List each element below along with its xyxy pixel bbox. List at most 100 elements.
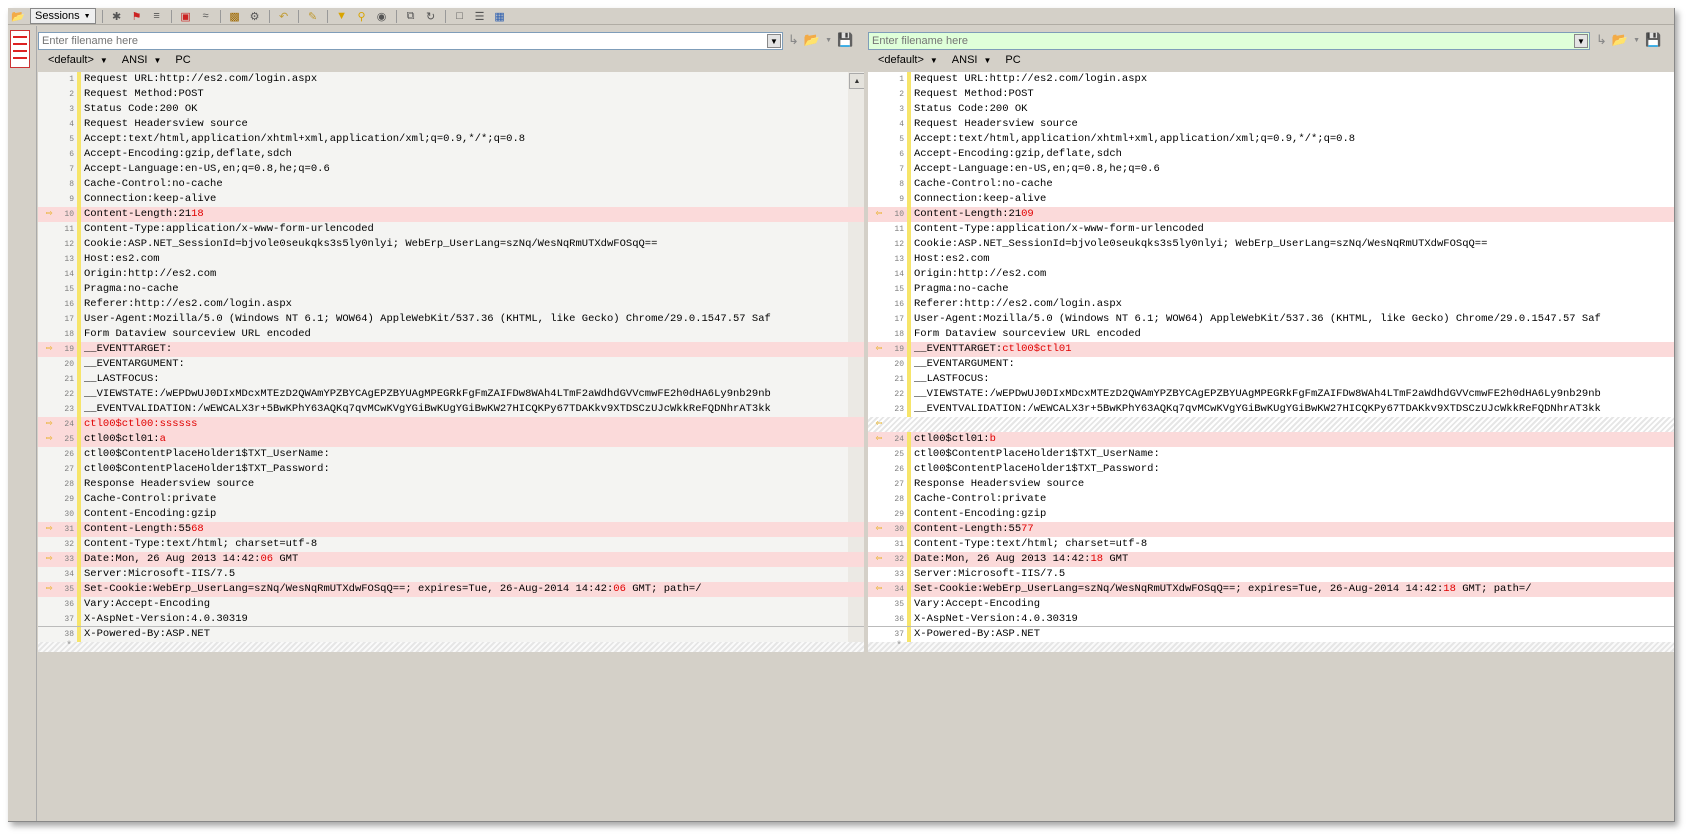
code-line[interactable]: 30 Content-Encoding:gzip (38, 507, 864, 522)
code-line[interactable]: 34 Server:Microsoft-IIS/7.5 (38, 567, 864, 582)
diff-arrow-icon[interactable]: ⇦ (872, 552, 886, 567)
code-line[interactable]: 27 Response Headersview source (868, 477, 1674, 492)
code-line[interactable]: ⇦ (868, 417, 1674, 432)
code-line[interactable]: 11 Content-Type:application/x-www-form-ur… (868, 222, 1674, 237)
diff-arrow-icon[interactable]: ⇨ (42, 432, 56, 447)
code-line[interactable]: 12 Cookie:ASP.NET_SessionId=bjvole0seukqk… (868, 237, 1674, 252)
code-line[interactable]: 23 __EVENTVALIDATION:/wEWCALX3r+5BwKPhY63… (38, 402, 864, 417)
open-folder-icon[interactable]: 📂 (1612, 32, 1628, 48)
code-line[interactable]: 29 Cache-Control:private (38, 492, 864, 507)
code-line[interactable]: 21 __LASTFOCUS: (38, 372, 864, 387)
code-line[interactable]: 31 Content-Type:text/html; charset=utf-8 (868, 537, 1674, 552)
code-line[interactable]: 26 ctl00$ContentPlaceHolder1$TXT_UserName… (38, 447, 864, 462)
code-line[interactable]: 9 Connection:keep-alive (38, 192, 864, 207)
code-line[interactable]: 33 Server:Microsoft-IIS/7.5 (868, 567, 1674, 582)
right-lineend-label[interactable]: PC (1005, 54, 1020, 66)
diff-line[interactable]: ⇨ 35 Set-Cookie:WebErp_UserLang=szNq/WesNq… (38, 582, 864, 597)
code-line[interactable]: 13 Host:es2.com (868, 252, 1674, 267)
code-line[interactable]: 38 X-Powered-By:ASP.NET (38, 626, 864, 643)
left-filename-field[interactable]: ▼ (38, 32, 783, 50)
open-folder-icon[interactable]: 📂 (10, 9, 26, 23)
code-line[interactable]: 6 Accept-Encoding:gzip,deflate,sdch (868, 147, 1674, 162)
left-text-editor[interactable]: ▲ 1 Request URL:http://es2.com/login.aspx… (38, 72, 864, 652)
code-line[interactable]: 5 Accept:text/html,application/xhtml+xml,… (38, 132, 864, 147)
code-line[interactable]: 23 __EVENTVALIDATION:/wEWCALX3r+5BwKPhY63… (868, 402, 1674, 417)
binoculars-icon[interactable]: ◉ (374, 9, 390, 23)
diff-line[interactable]: ⇨ 33 Date:Mon, 26 Aug 2013 14:42:06 GMT (38, 552, 864, 567)
code-line[interactable]: 22 __VIEWSTATE:/wEPDwUJ0DIxMDcxMTEzD2QWAm… (38, 387, 864, 402)
code-line[interactable]: 36 Vary:Accept-Encoding (38, 597, 864, 612)
code-line[interactable]: 13 Host:es2.com (38, 252, 864, 267)
diff-line[interactable]: ⇨ 31 Content-Length:5568 (38, 522, 864, 537)
code-line[interactable]: 37 X-Powered-By:ASP.NET (868, 626, 1674, 643)
pin-icon[interactable]: ⚲ (354, 9, 370, 23)
chevron-down-icon[interactable]: ▼ (1633, 37, 1640, 44)
code-line[interactable]: 7 Accept-Language:en-US,en;q=0.8,he;q=0.6 (868, 162, 1674, 177)
code-line[interactable]: 28 Cache-Control:private (868, 492, 1674, 507)
code-line[interactable]: 25 ctl00$ContentPlaceHolder1$TXT_UserName… (868, 447, 1674, 462)
undo-icon[interactable]: ↶ (276, 9, 292, 23)
copy-icon[interactable]: ⧉ (403, 9, 419, 23)
diff-arrow-icon[interactable]: ⇨ (42, 552, 56, 567)
code-line[interactable]: 14 Origin:http://es2.com (868, 267, 1674, 282)
code-line[interactable]: 17 User-Agent:Mozilla/5.0 (Windows NT 6.1… (38, 312, 864, 327)
code-line[interactable]: 8 Cache-Control:no-cache (868, 177, 1674, 192)
diff-line[interactable]: ⇦ 24 ctl00$ctl01:b (868, 432, 1674, 447)
window-icon[interactable]: ▦ (492, 9, 508, 23)
code-line[interactable]: 15 Pragma:no-cache (38, 282, 864, 297)
right-filename-input[interactable] (869, 32, 1574, 50)
code-line[interactable]: 16 Referer:http://es2.com/login.aspx (38, 297, 864, 312)
refresh-icon[interactable]: ↻ (423, 9, 439, 23)
code-line[interactable]: 4 Request Headersview source (868, 117, 1674, 132)
code-line[interactable]: 9 Connection:keep-alive (868, 192, 1674, 207)
code-line[interactable]: 20 __EVENTARGUMENT: (38, 357, 864, 372)
list-icon[interactable]: ☰ (472, 9, 488, 23)
code-line[interactable]: 7 Accept-Language:en-US,en;q=0.8,he;q=0.6 (38, 162, 864, 177)
filter-icon[interactable]: ▼ (334, 9, 350, 23)
code-line[interactable]: 2 Request Method:POST (38, 87, 864, 102)
diff-arrow-icon[interactable]: ⇦ (872, 207, 886, 222)
reload-icon[interactable]: ↳ (1596, 32, 1607, 48)
code-line[interactable]: 12 Cookie:ASP.NET_SessionId=bjvole0seukqk… (38, 237, 864, 252)
code-line[interactable]: 4 Request Headersview source (38, 117, 864, 132)
toolbox-icon[interactable]: ▩ (227, 9, 243, 23)
code-line[interactable]: 18 Form Dataview sourceview URL encoded (38, 327, 864, 342)
right-charset-select[interactable]: ANSI ▼ (952, 54, 992, 66)
diff-arrow-icon[interactable]: ⇨ (42, 417, 56, 432)
code-line[interactable]: 3 Status Code:200 OK (868, 102, 1674, 117)
sessions-dropdown[interactable]: Sessions ▼ (30, 8, 96, 24)
left-lineend-label[interactable]: PC (175, 54, 190, 66)
code-line[interactable]: 16 Referer:http://es2.com/login.aspx (868, 297, 1674, 312)
code-line[interactable]: 20 __EVENTARGUMENT: (868, 357, 1674, 372)
equals-icon[interactable]: ≡ (149, 9, 165, 23)
diff-arrow-icon[interactable]: ⇨ (42, 582, 56, 597)
chevron-down-icon[interactable]: ▼ (767, 34, 781, 48)
left-format-select[interactable]: <default> ▼ (48, 54, 108, 66)
code-line[interactable]: 29 Content-Encoding:gzip (868, 507, 1674, 522)
code-line[interactable]: 21 __LASTFOCUS: (868, 372, 1674, 387)
left-filename-input[interactable] (39, 32, 767, 50)
diff-line[interactable]: ⇦ 32 Date:Mon, 26 Aug 2013 14:42:18 GMT (868, 552, 1674, 567)
code-line[interactable]: 1 Request URL:http://es2.com/login.aspx (868, 72, 1674, 87)
code-line[interactable]: 5 Accept:text/html,application/xhtml+xml,… (868, 132, 1674, 147)
code-line[interactable]: 6 Accept-Encoding:gzip,deflate,sdch (38, 147, 864, 162)
code-line[interactable]: 2 Request Method:POST (868, 87, 1674, 102)
approx-icon[interactable]: ≈ (198, 9, 214, 23)
code-line[interactable]: 15 Pragma:no-cache (868, 282, 1674, 297)
code-line[interactable]: 22 __VIEWSTATE:/wEPDwUJ0DIxMDcxMTEzD2QWAm… (868, 387, 1674, 402)
reload-icon[interactable]: ↳ (788, 32, 799, 48)
code-line[interactable]: 17 User-Agent:Mozilla/5.0 (Windows NT 6.1… (868, 312, 1674, 327)
code-line[interactable]: 37 X-AspNet-Version:4.0.30319 (38, 612, 864, 627)
chevron-down-icon[interactable]: ▼ (825, 37, 832, 44)
gear-icon[interactable]: ⚙ (247, 9, 263, 23)
right-text-editor[interactable]: 1 Request URL:http://es2.com/login.aspx 2 R… (868, 72, 1674, 652)
code-line[interactable]: 3 Status Code:200 OK (38, 102, 864, 117)
code-line[interactable]: 35 Vary:Accept-Encoding (868, 597, 1674, 612)
diff-arrow-icon[interactable]: ⇨ (42, 522, 56, 537)
diff-arrow-icon[interactable]: ⇦ (872, 342, 886, 357)
code-line[interactable]: 14 Origin:http://es2.com (38, 267, 864, 282)
diff-overview-icon[interactable] (10, 30, 30, 68)
open-folder-icon[interactable]: 📂 (804, 32, 820, 48)
chevron-down-icon[interactable]: ▼ (1574, 34, 1588, 48)
save-icon[interactable]: 💾 (837, 32, 853, 48)
